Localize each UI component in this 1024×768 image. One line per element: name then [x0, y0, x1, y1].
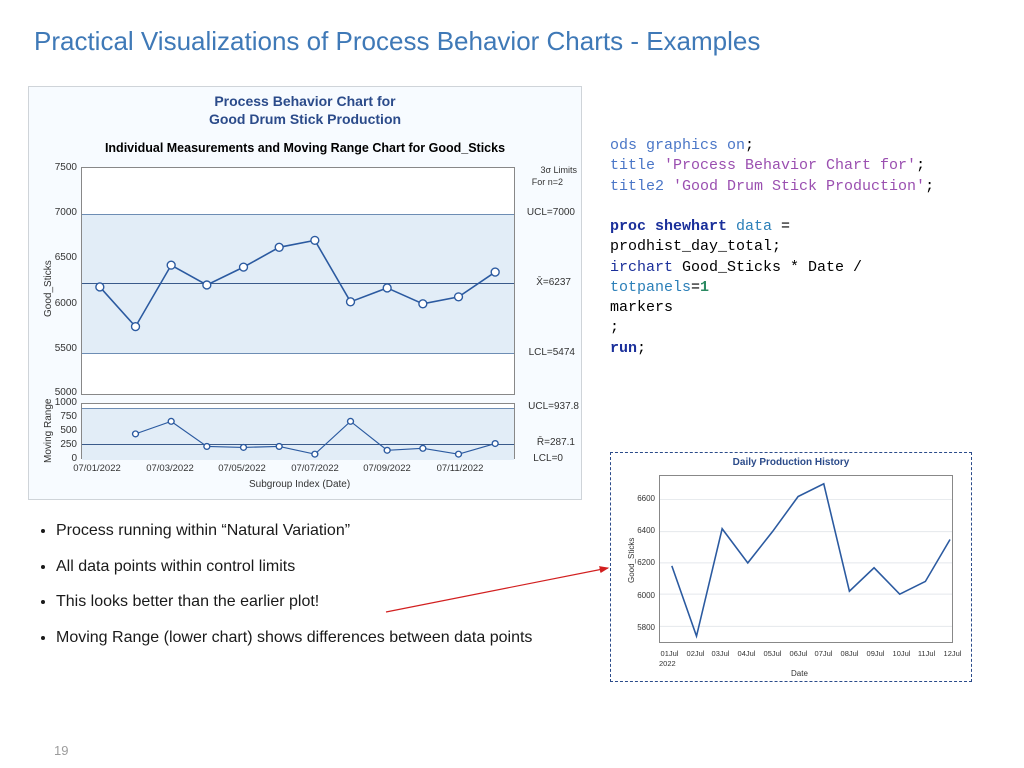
bullet-item: Process running within “Natural Variatio…: [56, 520, 596, 542]
x-tick: 07/11/2022: [430, 463, 490, 474]
sas-code: ods graphics on; title 'Process Behavior…: [610, 136, 1010, 359]
bullet-item: All data points within control limits: [56, 556, 596, 578]
mini-x-tick: 01Jul: [657, 649, 682, 658]
moving-range-plot: [81, 403, 515, 459]
mini-chart: Daily Production History 5800 6000 6200 …: [610, 452, 972, 682]
slide-number: 19: [54, 743, 68, 758]
y-tick: 7500: [47, 162, 77, 173]
ucl-label: UCL=7000: [527, 207, 575, 218]
mini-y-tick: 5800: [629, 623, 655, 632]
individuals-plot: [81, 167, 515, 395]
mini-x-tick: 06Jul: [786, 649, 811, 658]
mini-y-title: Good_Sticks: [627, 538, 636, 583]
sigma-note: 3σ Limits: [540, 165, 577, 175]
mr-center: R̄=287.1: [537, 437, 575, 448]
mr-series: [82, 404, 514, 458]
x-axis-title: Subgroup Index (Date): [249, 479, 350, 490]
bullet-item: Moving Range (lower chart) shows differe…: [56, 627, 596, 649]
mini-year: 2022: [659, 659, 676, 668]
y-axis-title: Good_Sticks: [43, 260, 54, 317]
x-tick: 07/07/2022: [285, 463, 345, 474]
mr-axis-title: Moving Range: [43, 399, 54, 463]
mini-y-tick: 6400: [629, 526, 655, 535]
mr-lcl: LCL=0: [533, 453, 563, 464]
mini-x-tick: 02Jul: [683, 649, 708, 658]
mini-plot-area: [659, 475, 953, 643]
x-tick: 07/01/2022: [67, 463, 127, 474]
page-title: Practical Visualizations of Process Beha…: [34, 26, 760, 57]
lcl-label: LCL=5474: [529, 347, 575, 358]
chart-subtitle: Individual Measurements and Moving Range…: [29, 141, 581, 155]
mini-chart-title: Daily Production History: [611, 457, 971, 468]
mini-x-tick: 05Jul: [760, 649, 785, 658]
mini-x-title: Date: [791, 669, 808, 678]
mini-x-tick: 03Jul: [708, 649, 733, 658]
sigma-note2: For n=2: [532, 177, 563, 187]
mini-x-tick: 09Jul: [863, 649, 888, 658]
bullet-list: Process running within “Natural Variatio…: [36, 520, 596, 662]
chart-title-2: Good Drum Stick Production: [29, 111, 581, 127]
mini-x-tick: 12Jul: [940, 649, 965, 658]
mini-x-tick: 11Jul: [914, 649, 939, 658]
mini-series: [660, 476, 952, 642]
mini-x-tick: 07Jul: [811, 649, 836, 658]
mini-y-tick: 6000: [629, 591, 655, 600]
x-tick: 07/05/2022: [212, 463, 272, 474]
mini-y-tick: 6600: [629, 494, 655, 503]
shewhart-chart: Process Behavior Chart for Good Drum Sti…: [28, 86, 582, 500]
mini-x-tick: 10Jul: [889, 649, 914, 658]
x-tick: 07/09/2022: [357, 463, 417, 474]
center-label: X̄=6237: [536, 277, 571, 288]
y-tick: 5500: [47, 343, 77, 354]
y-tick: 7000: [47, 207, 77, 218]
chart-title-1: Process Behavior Chart for: [29, 93, 581, 109]
x-tick: 07/03/2022: [140, 463, 200, 474]
mini-x-tick: 04Jul: [734, 649, 759, 658]
mini-x-tick: 08Jul: [837, 649, 862, 658]
mr-ucl: UCL=937.8: [528, 401, 579, 412]
bullet-item: This looks better than the earlier plot!: [56, 591, 596, 613]
individuals-series: [82, 168, 514, 394]
